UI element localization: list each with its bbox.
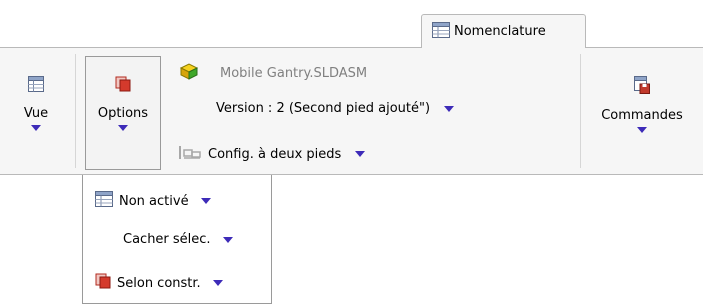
- tab-nomenclature[interactable]: Nomenclature: [421, 14, 586, 48]
- menu-item-label: Non activé: [119, 193, 189, 209]
- options-dropdown-menu: Non activé Cacher sélec. Selon constr.: [82, 175, 272, 304]
- chevron-down-icon: [118, 125, 128, 131]
- document-name: Mobile Gantry.SLDASM: [220, 65, 368, 81]
- table-icon: [432, 21, 450, 42]
- vue-button[interactable]: Vue: [14, 76, 58, 131]
- ribbon: Vue Options Mobile Gantry.SLDASM Version…: [0, 47, 703, 175]
- options-button[interactable]: Options: [91, 76, 155, 131]
- assembly-icon: [178, 62, 200, 84]
- separator: [75, 54, 76, 168]
- menu-item-label: Cacher sélec.: [123, 232, 211, 247]
- commandes-button[interactable]: Commandes: [590, 76, 694, 133]
- chevron-down-icon: [200, 198, 211, 204]
- vue-label: Vue: [23, 106, 49, 121]
- menu-item-label: Selon constr.: [117, 275, 201, 291]
- commands-icon: [634, 76, 650, 98]
- chevron-down-icon: [355, 151, 366, 157]
- separator: [580, 54, 581, 168]
- menu-item-non-active[interactable]: Non activé: [95, 191, 211, 211]
- options-label: Options: [97, 106, 149, 121]
- chevron-down-icon: [31, 125, 41, 131]
- configuration-selector[interactable]: Config. à deux pieds: [178, 144, 366, 164]
- chevron-down-icon: [444, 105, 455, 112]
- configuration-label: Config. à deux pieds: [208, 146, 342, 162]
- chevron-down-icon: [212, 280, 223, 286]
- menu-item-by-construction[interactable]: Selon constr.: [95, 273, 223, 293]
- chevron-down-icon: [637, 127, 647, 133]
- commandes-label: Commandes: [601, 108, 683, 123]
- chevron-down-icon: [222, 236, 233, 243]
- version-label: Version : 2 (Second pied ajouté"): [216, 101, 431, 116]
- menu-item-hide-selection[interactable]: Cacher sélec.: [123, 232, 233, 247]
- version-selector[interactable]: Version : 2 (Second pied ajouté"): [216, 101, 455, 116]
- table-icon: [95, 191, 113, 211]
- copy-icon: [115, 76, 131, 96]
- document-name-row: Mobile Gantry.SLDASM: [178, 62, 367, 84]
- tab-label: Nomenclature: [454, 24, 546, 39]
- table-view-icon: [28, 76, 44, 96]
- configuration-icon: [178, 144, 202, 164]
- copy-icon: [95, 273, 111, 293]
